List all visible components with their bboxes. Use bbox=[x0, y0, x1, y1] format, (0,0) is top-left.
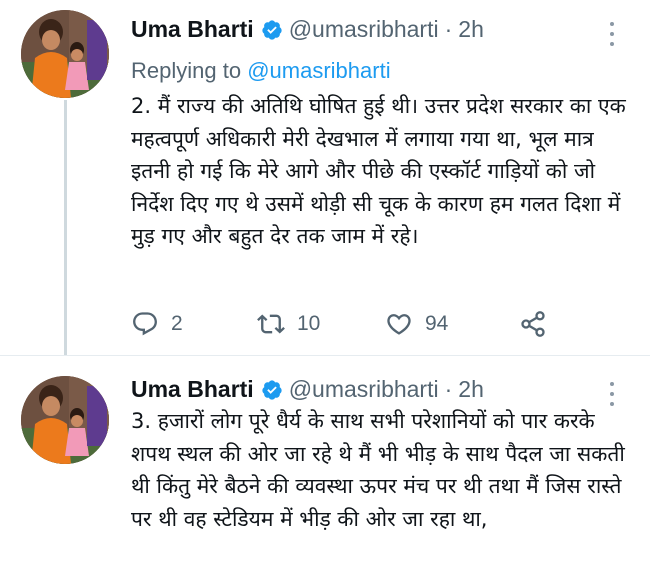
like-count: 94 bbox=[425, 312, 449, 335]
reply-count: 2 bbox=[171, 312, 183, 335]
author-name[interactable]: Uma Bharti bbox=[131, 376, 254, 403]
share-button[interactable] bbox=[519, 310, 559, 338]
more-icon[interactable] bbox=[610, 22, 616, 48]
timestamp[interactable]: 2h bbox=[458, 16, 484, 43]
author-name[interactable]: Uma Bharti bbox=[131, 16, 254, 43]
replying-label: Replying to bbox=[131, 58, 242, 83]
verified-badge-icon bbox=[262, 379, 282, 400]
separator-dot: · bbox=[444, 376, 453, 402]
like-icon bbox=[387, 314, 411, 335]
share-icon bbox=[521, 311, 545, 337]
avatar[interactable] bbox=[21, 376, 109, 464]
retweet-icon bbox=[257, 314, 285, 334]
verified-badge-icon bbox=[262, 19, 282, 40]
tweet[interactable]: Uma Bharti @umasribharti · 2h Replying t… bbox=[0, 0, 650, 356]
avatar[interactable] bbox=[21, 10, 109, 98]
like-button[interactable]: 94 bbox=[385, 310, 448, 338]
separator-dot: · bbox=[444, 16, 453, 42]
retweet-button[interactable]: 10 bbox=[257, 310, 320, 338]
avatar-photo bbox=[21, 376, 109, 464]
reply-button[interactable]: 2 bbox=[131, 310, 183, 338]
tweet-text: 3. हजारों लोग पूरे धैर्य के साथ सभी परेश… bbox=[131, 409, 625, 531]
retweet-count: 10 bbox=[297, 312, 321, 335]
tweet-header: Uma Bharti @umasribharti · 2h bbox=[131, 16, 484, 43]
replying-mention-link[interactable]: @umasribharti bbox=[247, 58, 390, 83]
thread-line bbox=[64, 100, 67, 356]
tweet[interactable]: Uma Bharti @umasribharti · 2h 3. हजारों … bbox=[0, 356, 650, 586]
replying-to: Replying to @umasribharti bbox=[131, 58, 391, 84]
timestamp[interactable]: 2h bbox=[458, 376, 484, 403]
tweet-actions: 2 10 94 bbox=[131, 310, 571, 340]
tweet-text: 2. मैं राज्य की अतिथि घोषित हुई थी। उत्त… bbox=[131, 94, 626, 248]
author-handle[interactable]: @umasribharti bbox=[289, 16, 439, 43]
tweet-header: Uma Bharti @umasribharti · 2h bbox=[131, 376, 484, 403]
reply-icon bbox=[133, 312, 157, 336]
avatar-photo bbox=[21, 10, 109, 98]
author-handle[interactable]: @umasribharti bbox=[289, 376, 439, 403]
